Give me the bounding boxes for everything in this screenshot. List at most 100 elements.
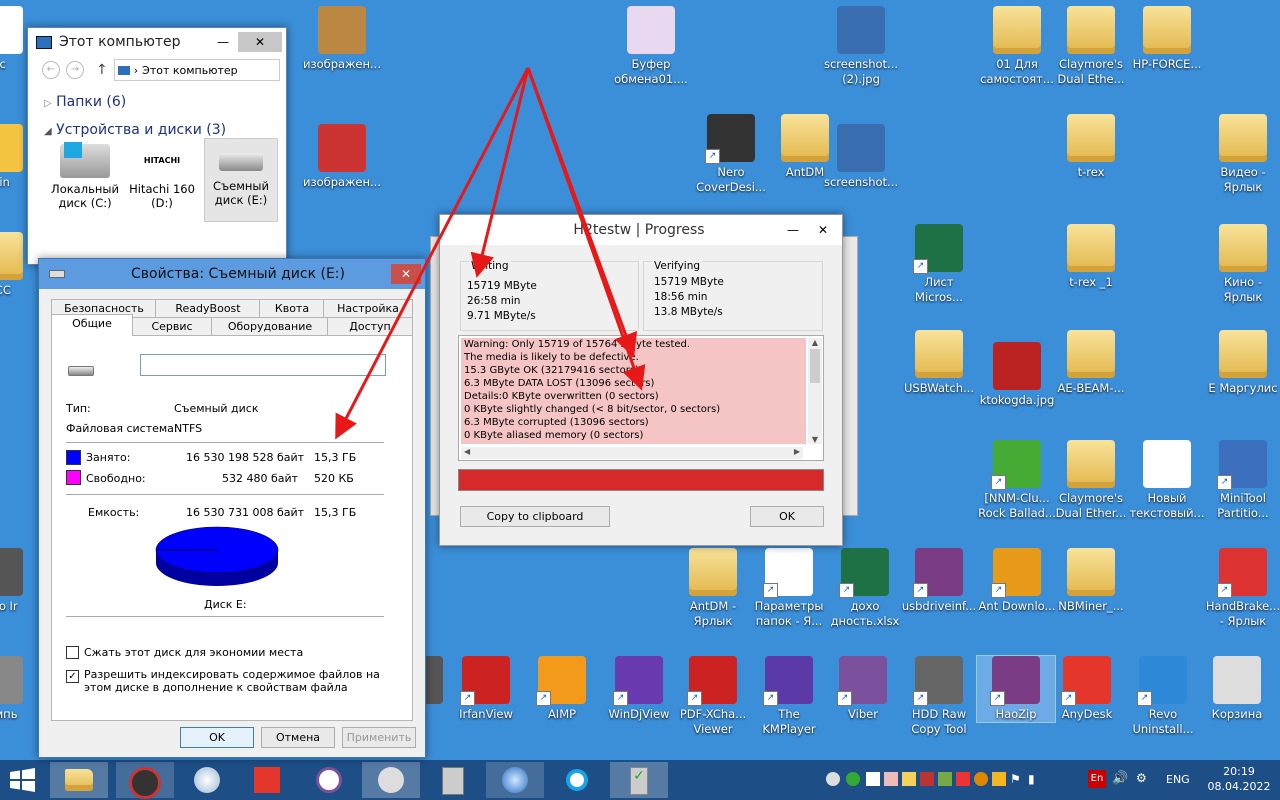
close-button[interactable]: ✕ — [238, 32, 282, 52]
desktop-icon-newtxt[interactable]: Новый текстовый... — [1128, 440, 1206, 521]
desktop-icon-aebeam[interactable]: AE-BEAM-... — [1052, 330, 1130, 396]
desktop-icon-nbminer[interactable]: NBMiner_... — [1052, 548, 1130, 614]
drive-c[interactable]: Локальный диск (C:) — [50, 142, 120, 210]
close-button[interactable]: ✕ — [391, 264, 421, 284]
forward-icon[interactable]: → — [66, 61, 84, 79]
ok-button[interactable]: OK — [180, 727, 254, 748]
scroll-left-icon[interactable]: ◀ — [464, 447, 470, 456]
address-bar[interactable]: › Этот компьютер — [113, 59, 280, 81]
desktop-icon-hpforce[interactable]: HP-FORCE... — [1128, 6, 1206, 72]
tray-icon[interactable] — [974, 772, 988, 786]
tray-icon[interactable] — [902, 772, 916, 786]
desktop-icon-trash[interactable]: Корзина — [1198, 656, 1276, 722]
tray-icon[interactable] — [938, 772, 952, 786]
desktop-icon-haozip[interactable]: ↗ HaoZip — [976, 655, 1056, 723]
tab-tabs_row1-2[interactable]: Квота — [259, 299, 325, 318]
tray-icon[interactable] — [992, 772, 1006, 786]
tray-icon[interactable] — [866, 772, 880, 786]
desktop-icon-usbwatch[interactable]: USBWatch... — [900, 330, 978, 396]
desktop-icon-scr[interactable]: screenshot... — [822, 124, 900, 190]
desktop-icon-usbdrive[interactable]: ↗ usbdriveinf... — [900, 548, 978, 614]
volume-icon[interactable]: 🔊 — [1112, 771, 1128, 786]
tray-icon[interactable] — [956, 772, 970, 786]
compress-checkbox[interactable] — [66, 646, 79, 659]
tray-icon[interactable] — [826, 772, 840, 786]
volume-name-input[interactable] — [140, 354, 386, 376]
ok-button[interactable]: OK — [750, 506, 824, 527]
tab-tabs_row1-1[interactable]: ReadyBoost — [155, 299, 261, 318]
clock[interactable]: 20:19 08.04.2022 — [1204, 764, 1274, 794]
desktop-icon-trex[interactable]: t-rex — [1052, 114, 1130, 180]
taskbar-app-8[interactable] — [486, 762, 544, 798]
tray-icon[interactable] — [920, 772, 934, 786]
tray-icon[interactable] — [846, 772, 860, 786]
vertical-scrollbar[interactable]: ▲ ▼ — [808, 338, 822, 444]
desktop-icon-trex1[interactable]: t-rex _1 — [1052, 224, 1130, 290]
scroll-up-icon[interactable]: ▲ — [808, 338, 822, 347]
desktop-icon-claymore1[interactable]: Claymore's Dual Ethe... — [1052, 6, 1130, 87]
network-icon[interactable]: ▮ — [1028, 772, 1042, 786]
desktop-icon-revo[interactable]: ↗ Revo Uninstall... — [1124, 656, 1202, 737]
close-button[interactable]: ✕ — [808, 220, 838, 240]
tab-tabs_row2-3[interactable]: Доступ — [327, 317, 413, 336]
desktop-icon-viber[interactable]: ↗ Viber — [824, 656, 902, 722]
start-button[interactable] — [8, 766, 38, 794]
index-checkbox[interactable]: ✓ — [66, 670, 79, 683]
up-icon[interactable]: ↑ — [96, 62, 108, 78]
language-indicator[interactable]: ENG — [1166, 773, 1190, 786]
taskbar-calculator[interactable] — [424, 762, 482, 798]
folders-group[interactable]: ▷ Папки (6) — [44, 94, 286, 110]
action-icon[interactable]: ⚙ — [1136, 771, 1147, 785]
desktop-icon-izobr2[interactable]: изображен... — [303, 124, 381, 190]
scroll-right-icon[interactable]: ▶ — [794, 447, 800, 456]
desktop-icon-doc01[interactable]: 01 Для самостоят... — [978, 6, 1056, 87]
desktop-icon-buffer[interactable]: Буфер обмена01.... — [612, 6, 690, 87]
tab-tabs_row2-0[interactable]: Общие — [51, 314, 133, 336]
desktop-icon-ktokogda[interactable]: ktokogda.jpg — [978, 342, 1056, 408]
taskbar-app-2[interactable] — [116, 762, 174, 799]
taskbar-anydesk[interactable] — [238, 762, 296, 798]
back-icon[interactable]: ← — [42, 61, 60, 79]
desktop-icon-claymore2[interactable]: Claymore's Dual Ether... — [1052, 440, 1130, 521]
desktop-icon-aimp[interactable]: ↗ AIMP — [523, 656, 601, 722]
horizontal-scrollbar[interactable]: ◀ ▶ — [461, 447, 803, 459]
desktop-icon-antdown[interactable]: ↗ Ant Downlo... — [978, 548, 1056, 614]
apply-button[interactable]: Применить — [342, 727, 416, 748]
desktop-icon-handbrake[interactable]: ↗ HandBrake... - Ярлык — [1204, 548, 1280, 629]
desktop-icon-margulis[interactable]: Е Маргулис — [1204, 330, 1280, 396]
scroll-thumb[interactable] — [810, 349, 820, 383]
taskbar-app-3[interactable] — [178, 762, 236, 798]
scroll-down-icon[interactable]: ▼ — [808, 435, 822, 444]
desktop-icon-antdmlnk[interactable]: AntDM - Ярлык — [674, 548, 752, 629]
desktop-icon-params[interactable]: ↗ Параметры папок - Я... — [750, 548, 828, 629]
tray-icon[interactable] — [884, 772, 898, 786]
desktop-icon-irfan[interactable]: ↗ IrfanView — [447, 656, 525, 722]
copy-to-clipboard-button[interactable]: Copy to clipboard — [460, 506, 610, 527]
desktop-icon-anydesk[interactable]: ↗ AnyDesk — [1048, 656, 1126, 722]
desktop-icon-pdfx[interactable]: ↗ PDF-XCha... Viewer — [674, 656, 752, 737]
flag-icon[interactable]: ⚑ — [1010, 772, 1024, 786]
desktop-icon-nero[interactable]: ↗ Nero CoverDesi... — [692, 114, 770, 195]
keyboard-lang-badge[interactable]: En — [1088, 770, 1106, 788]
tab-tabs_row1-3[interactable]: Настройка — [323, 299, 413, 318]
desktop-icon-windj[interactable]: ↗ WinDjView — [600, 656, 678, 722]
desktop-icon-left4[interactable]: ↗ Acro Ir — [0, 548, 38, 614]
minimize-button[interactable]: — — [778, 220, 808, 240]
cancel-button[interactable]: Отмена — [261, 727, 335, 748]
desktop-icon-left5[interactable]: компь — [0, 656, 38, 722]
desktop-icon-nnm[interactable]: ↗ [NNM-Clu... Rock Ballad... — [978, 440, 1056, 521]
desktop-icon-kino[interactable]: Кино - Ярлык — [1204, 224, 1280, 305]
desktop-icon-kmp[interactable]: ↗ The KMPlayer — [750, 656, 828, 737]
desktop-icon-minitool[interactable]: ↗ MiniTool Partitio... — [1204, 440, 1280, 521]
taskbar-app-9[interactable] — [548, 762, 606, 798]
devices-group[interactable]: ◢ Устройства и диски (3) — [44, 122, 286, 138]
tab-tabs_row2-1[interactable]: Сервис — [131, 317, 213, 336]
tab-tabs_row2-2[interactable]: Оборудование — [211, 317, 329, 336]
desktop-icon-video[interactable]: Видео - Ярлык — [1204, 114, 1280, 195]
desktop-icon-hddraw[interactable]: ↗ HDD Raw Copy Tool — [900, 656, 978, 737]
result-log[interactable]: Warning: Only 15719 of 15764 MByte teste… — [458, 335, 824, 461]
desktop-icon-dohod[interactable]: ↗ дохо дность.xlsx — [826, 548, 904, 629]
drive-d[interactable]: HITACHI Hitachi 160 (D:) — [126, 144, 198, 210]
minimize-button[interactable]: — — [208, 32, 238, 52]
desktop-icon-scr2[interactable]: screenshot... (2).jpg — [822, 6, 900, 87]
